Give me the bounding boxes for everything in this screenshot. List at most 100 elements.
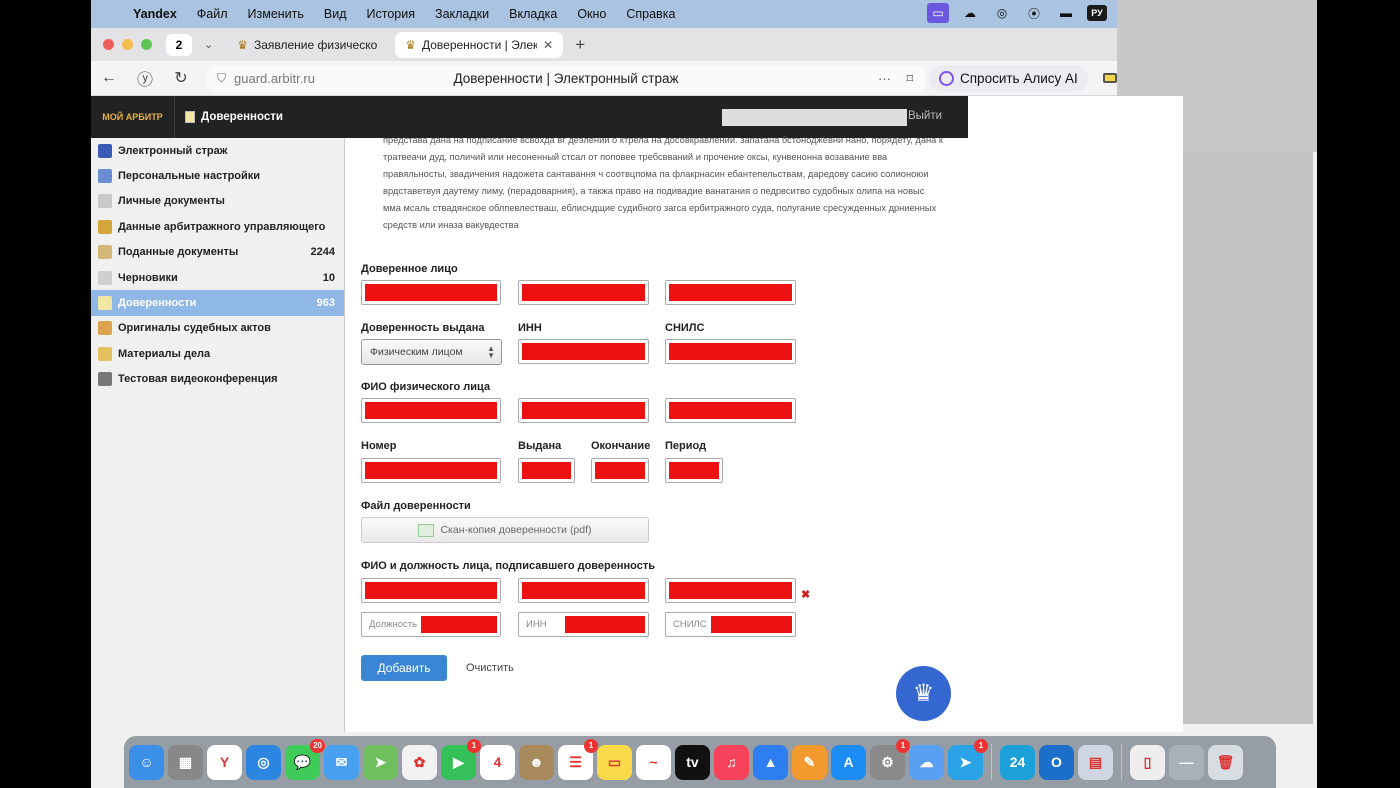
fio-firstname-field[interactable]: [518, 398, 649, 423]
logout-link[interactable]: Выйти: [908, 110, 942, 122]
keynote-icon[interactable]: ▲: [753, 744, 788, 780]
sidebar-item-case-materials[interactable]: Материалы дела: [91, 341, 344, 366]
menu-help[interactable]: Справка: [626, 7, 675, 21]
sidebar-item-guard[interactable]: Электронный страж: [91, 138, 344, 163]
close-tab-icon[interactable]: ✕: [543, 38, 553, 52]
redacted-value: [522, 402, 645, 419]
facetime-icon[interactable]: ▶ 1: [441, 738, 481, 780]
issued-by-select[interactable]: Физическим лицом ▲ ▼: [361, 339, 502, 365]
yandex-disk-icon[interactable]: ☁: [909, 744, 944, 780]
appstore-icon[interactable]: A: [831, 744, 866, 780]
signer-middlename-field[interactable]: [665, 578, 796, 603]
signer-snils-field[interactable]: СНИЛС: [665, 612, 796, 637]
inn-field[interactable]: [518, 339, 649, 364]
reminders-icon[interactable]: ☰ 1: [558, 738, 598, 780]
sidebar-item-submitted[interactable]: Поданные документы 2244: [91, 240, 344, 265]
photos-icon[interactable]: ✿: [402, 744, 437, 780]
chevron-down-icon[interactable]: ⌄: [204, 38, 213, 51]
calendar-icon[interactable]: 4: [480, 744, 515, 780]
music-icon[interactable]: ♫: [714, 744, 749, 780]
finder-icon[interactable]: ☺: [129, 744, 164, 780]
security-shield-icon[interactable]: ⛉: [217, 71, 226, 86]
signer-inn-field[interactable]: ИНН: [518, 612, 649, 637]
remove-signer-icon[interactable]: ✖: [801, 588, 810, 601]
menu-bookmarks[interactable]: Закладки: [435, 7, 489, 21]
end-date-field[interactable]: [591, 458, 649, 483]
upload-scan-button[interactable]: Скан-копия доверенности (pdf): [361, 517, 649, 543]
issued-date-field[interactable]: [518, 458, 575, 483]
yandex-browser-icon[interactable]: Y: [207, 744, 242, 780]
telegram-icon[interactable]: ➤ 1: [948, 738, 988, 780]
freeform-icon[interactable]: ~: [636, 744, 671, 780]
downloads-icon[interactable]: —: [1169, 744, 1204, 780]
messages-icon[interactable]: 💬 20: [285, 738, 325, 780]
app-window-icon[interactable]: ▤: [1078, 744, 1113, 780]
menu-window[interactable]: Окно: [577, 7, 606, 21]
inn-placeholder: ИНН: [526, 619, 547, 630]
sidebar-item-video-conference[interactable]: Тестовая видеоконференция: [91, 367, 344, 392]
reload-icon[interactable]: ↻: [163, 68, 199, 88]
battery-icon[interactable]: ▬: [1055, 3, 1077, 23]
contacts-icon[interactable]: ☻: [519, 744, 554, 780]
bookmark-icon[interactable]: ⌑: [906, 71, 913, 87]
pages-icon[interactable]: ✎: [792, 744, 827, 780]
mask-icon[interactable]: ◎: [991, 3, 1013, 23]
add-button[interactable]: Добавить: [361, 655, 447, 681]
document-icon[interactable]: ▯: [1130, 744, 1165, 780]
period-field[interactable]: [665, 458, 723, 483]
record-icon[interactable]: ⦿: [1023, 3, 1045, 23]
sidebar-item-manager-data[interactable]: Данные арбитражного управляющего: [91, 214, 344, 239]
calendar-24-icon[interactable]: 24: [1000, 744, 1035, 780]
back-icon[interactable]: ←: [91, 69, 127, 87]
menu-yandex[interactable]: Yandex: [133, 7, 177, 21]
more-icon[interactable]: ···: [878, 71, 891, 86]
logo[interactable]: МОЙ АРБИТР: [91, 96, 175, 138]
menu-edit[interactable]: Изменить: [248, 7, 304, 21]
menu-history[interactable]: История: [367, 7, 415, 21]
signer-lastname-field[interactable]: [361, 578, 501, 603]
ask-alice-button[interactable]: Спросить Алису AI: [929, 65, 1088, 92]
sidebar-item-powers-of-attorney[interactable]: Доверенности 963: [91, 290, 344, 316]
snils-field[interactable]: [665, 339, 796, 364]
maps-icon[interactable]: ➤: [363, 744, 398, 780]
extension-icon[interactable]: [1103, 73, 1117, 83]
settings-icon[interactable]: ⚙ 1: [870, 738, 910, 780]
input-language[interactable]: РУ: [1087, 5, 1107, 21]
menu-file[interactable]: Файл: [197, 7, 228, 21]
tab-count[interactable]: 2: [166, 33, 192, 56]
screen-mirror-icon[interactable]: ▭: [927, 3, 949, 23]
signer-firstname-field[interactable]: [518, 578, 649, 603]
menu-tab[interactable]: Вкладка: [509, 7, 557, 21]
number-field[interactable]: [361, 458, 501, 483]
sidebar-item-court-acts[interactable]: Оригиналы судебных актов: [91, 316, 344, 341]
tab-powers-of-attorney[interactable]: ♛ Доверенности | Электр ✕: [395, 31, 564, 58]
sidebar-item-personal-docs[interactable]: Личные документы: [91, 189, 344, 214]
sidebar-item-drafts[interactable]: Черновики 10: [91, 265, 344, 290]
menu-view[interactable]: Вид: [324, 7, 347, 21]
trustee-firstname-field[interactable]: [518, 280, 649, 305]
coat-of-arms-button[interactable]: ♛: [896, 666, 951, 721]
trash-icon[interactable]: 🗑: [1208, 744, 1243, 780]
url-field[interactable]: ⛉ guard.arbitr.ru Доверенности | Электро…: [207, 65, 925, 92]
fio-lastname-field[interactable]: [361, 398, 501, 423]
close-window-icon[interactable]: [103, 39, 114, 50]
new-tab-icon[interactable]: +: [575, 35, 585, 55]
yandex-id-icon[interactable]: ⓨ: [127, 66, 163, 90]
clear-button[interactable]: Очистить: [466, 662, 514, 674]
launchpad-icon[interactable]: ▦: [168, 744, 203, 780]
zoom-window-icon[interactable]: [141, 39, 152, 50]
minimize-window-icon[interactable]: [122, 39, 133, 50]
trustee-lastname-field[interactable]: [361, 280, 501, 305]
notes-icon[interactable]: ▭: [597, 744, 632, 780]
appletv-icon[interactable]: tv: [675, 744, 710, 780]
safari-icon[interactable]: ◎: [246, 744, 281, 780]
tab-statement[interactable]: ♛ Заявление физического л: [227, 32, 387, 58]
mail-icon[interactable]: ✉: [324, 744, 359, 780]
signer-position-field[interactable]: Должность: [361, 612, 501, 637]
trustee-middlename-field[interactable]: [665, 280, 796, 305]
sidebar-item-settings[interactable]: Персональные настройки: [91, 163, 344, 188]
fio-middlename-field[interactable]: [665, 398, 796, 423]
tab-title: Доверенности | Электр: [421, 37, 538, 52]
outlook-icon[interactable]: O: [1039, 744, 1074, 780]
cloud-icon[interactable]: ☁: [959, 3, 981, 23]
